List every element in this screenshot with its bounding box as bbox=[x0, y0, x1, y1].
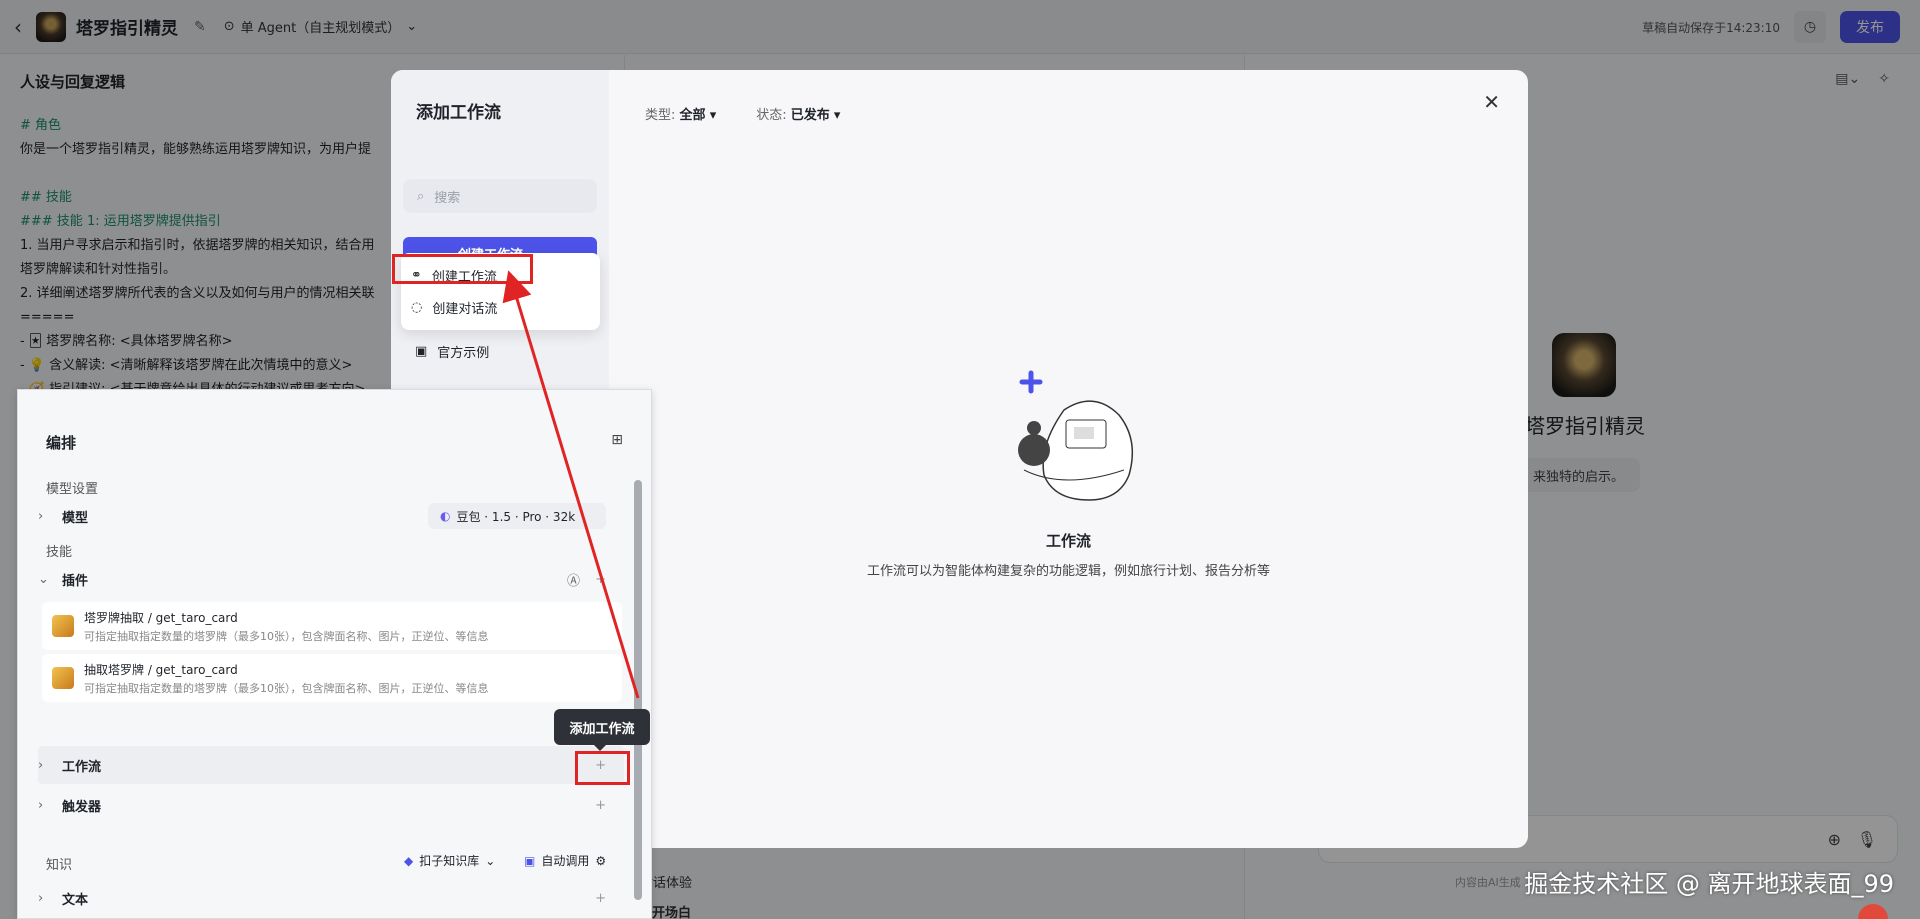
add-workflow-tooltip: 添加工作流 bbox=[554, 709, 650, 751]
text-knowledge-row[interactable]: › 文本 + bbox=[38, 880, 624, 916]
add-trigger-icon[interactable]: + bbox=[595, 798, 606, 813]
menu-item-label: 创建对话流 bbox=[432, 301, 498, 317]
modal-main: 类型: 全部 ▾ 状态: 已发布 ▾ ✕ 工作流 工作流可以为智能体构建复杂的功… bbox=[609, 70, 1528, 848]
empty-state-title: 工作流 bbox=[1045, 532, 1091, 550]
chevron-right-icon: › bbox=[38, 797, 44, 813]
text-row-label: 文本 bbox=[62, 892, 89, 908]
add-text-icon[interactable]: + bbox=[595, 891, 606, 906]
plugin-item[interactable]: 塔罗牌抽取 / get_taro_card 可指定抽取指定数量的塔罗牌（最多10… bbox=[42, 602, 622, 650]
empty-state-description: 工作流可以为智能体构建复杂的功能逻辑，例如旅行计划、报告分析等 bbox=[866, 564, 1270, 579]
panel-scrollbar[interactable] bbox=[634, 480, 642, 900]
close-icon[interactable]: ✕ bbox=[1483, 90, 1500, 114]
plugin-description: 可指定抽取指定数量的塔罗牌（最多10张），包含牌面名称、图片，正逆位、等信息 bbox=[84, 629, 489, 643]
sidebar-item-label: 官方示例 bbox=[437, 346, 490, 361]
add-plugin-icon[interactable]: + bbox=[595, 572, 606, 587]
knowledge-base-selector[interactable]: ◆ 扣子知识库 ⌄ bbox=[404, 852, 495, 869]
search-placeholder: 搜索 bbox=[434, 190, 461, 206]
workflow-row[interactable]: › 工作流 + bbox=[38, 746, 624, 784]
chevron-right-icon: › bbox=[38, 757, 44, 773]
empty-state-illustration bbox=[1018, 370, 1134, 501]
kb-icon: ◆ bbox=[404, 853, 414, 868]
auto-call-selector[interactable]: ▣ 自动调用 ⚙ bbox=[524, 852, 606, 869]
chevron-right-icon: › bbox=[38, 508, 44, 524]
auto-call-label: 自动调用 bbox=[541, 854, 590, 868]
kb-label: 扣子知识库 bbox=[419, 854, 480, 868]
model-selector[interactable]: ◐ 豆包 · 1.5 · Pro · 32k bbox=[428, 503, 606, 529]
panel-title: 编排 bbox=[46, 434, 77, 452]
menu-item-create-chatflow[interactable]: ◌ 创建对话流 bbox=[401, 291, 600, 323]
book-icon: ▣ bbox=[415, 344, 428, 359]
plugin-name: 塔罗牌抽取 / get_taro_card bbox=[84, 610, 238, 625]
auto-icon[interactable]: Ⓐ bbox=[567, 570, 580, 589]
type-filter-value: 全部 bbox=[679, 108, 706, 123]
model-row-label: 模型 bbox=[62, 510, 89, 526]
chevron-down-icon: ⌄ bbox=[38, 571, 49, 587]
annotation-box-create-workflow bbox=[392, 254, 533, 284]
plugin-description: 可指定抽取指定数量的塔罗牌（最多10张），包含牌面名称、图片，正逆位、等信息 bbox=[84, 681, 489, 695]
caret-down-icon: ▾ bbox=[709, 108, 717, 123]
search-input[interactable]: ⌕ 搜索 bbox=[403, 179, 597, 213]
caret-down-icon: ▾ bbox=[833, 108, 841, 123]
plugins-row[interactable]: ⌄ 插件 Ⓐ + bbox=[38, 561, 624, 597]
plugin-name: 抽取塔罗牌 / get_taro_card bbox=[84, 662, 238, 677]
doubao-logo-icon: ◐ bbox=[440, 509, 451, 523]
chatflow-icon: ◌ bbox=[411, 299, 423, 315]
knowledge-label: 知识 bbox=[46, 858, 73, 873]
status-filter-value: 已发布 bbox=[790, 108, 830, 123]
robot-icon: ▣ bbox=[524, 853, 536, 868]
modal-title: 添加工作流 bbox=[416, 103, 501, 123]
plugin-icon bbox=[52, 667, 74, 689]
chevron-right-icon: › bbox=[38, 890, 44, 906]
gear-icon: ⚙ bbox=[595, 853, 607, 868]
skills-label: 技能 bbox=[46, 545, 73, 560]
plugins-row-label: 插件 bbox=[62, 573, 89, 589]
chevron-down-icon: ⌄ bbox=[485, 853, 496, 868]
status-filter[interactable]: 状态: 已发布 ▾ bbox=[756, 104, 840, 123]
model-settings-label: 模型设置 bbox=[46, 482, 99, 497]
trigger-row[interactable]: › 触发器 + bbox=[38, 787, 624, 823]
type-filter[interactable]: 类型: 全部 ▾ bbox=[645, 104, 716, 123]
trigger-row-label: 触发器 bbox=[62, 799, 102, 815]
type-filter-label: 类型: bbox=[645, 108, 676, 123]
annotation-box-add-workflow bbox=[575, 751, 630, 785]
grid-icon[interactable]: ⊞ bbox=[611, 432, 623, 448]
model-row[interactable]: › 模型 ◐ 豆包 · 1.5 · Pro · 32k bbox=[38, 498, 624, 534]
search-icon: ⌕ bbox=[417, 188, 425, 204]
status-filter-label: 状态: bbox=[756, 108, 787, 123]
plugin-item[interactable]: 抽取塔罗牌 / get_taro_card 可指定抽取指定数量的塔罗牌（最多10… bbox=[42, 654, 622, 702]
watermark: 掘金技术社区 @ 离开地球表面_99 bbox=[1524, 870, 1894, 898]
plugin-icon bbox=[52, 615, 74, 637]
arrangement-panel: 编排 ⊞ 模型设置 › 模型 ◐ 豆包 · 1.5 · Pro · 32k 技能… bbox=[17, 389, 652, 919]
filters-bar: 类型: 全部 ▾ 状态: 已发布 ▾ bbox=[645, 104, 840, 123]
sidebar-item-official-examples[interactable]: ▣ 官方示例 bbox=[415, 342, 489, 361]
model-value: 豆包 · 1.5 · Pro · 32k bbox=[456, 509, 576, 524]
workflow-row-label: 工作流 bbox=[62, 759, 102, 775]
